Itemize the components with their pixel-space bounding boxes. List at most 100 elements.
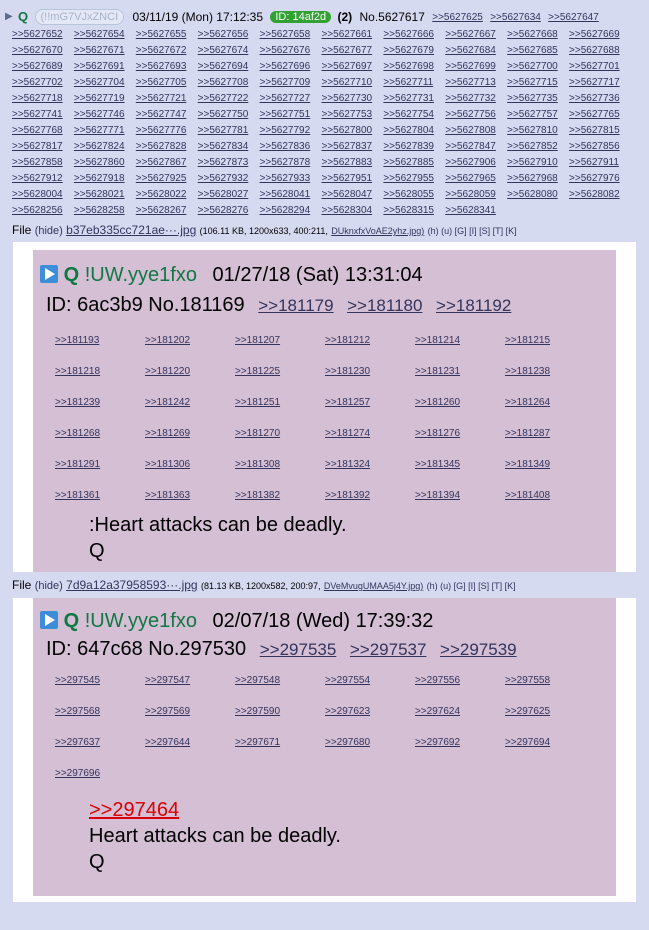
reply-link[interactable]: >>5627691 — [74, 59, 136, 75]
reply-link[interactable]: >>5627722 — [198, 91, 260, 107]
reply-link[interactable]: >>181179 — [258, 296, 333, 315]
reply-link[interactable]: >>5628256 — [12, 203, 74, 219]
reply-link[interactable]: >>181239 — [55, 389, 145, 417]
reply-link[interactable]: >>5628059 — [445, 187, 507, 203]
reply-link[interactable]: >>5627667 — [445, 27, 507, 43]
reply-link[interactable]: >>181214 — [415, 327, 505, 355]
reply-link[interactable]: >>5627765 — [569, 107, 631, 123]
reply-link[interactable]: >>5628055 — [383, 187, 445, 203]
reply-link[interactable]: >>181324 — [325, 451, 415, 479]
original-file-link[interactable]: DUknxfxVoAE2yhz.jpg) — [331, 226, 424, 236]
reply-link[interactable]: >>181251 — [235, 389, 325, 417]
reply-link[interactable]: >>5627860 — [74, 155, 136, 171]
reply-link[interactable]: >>5627694 — [198, 59, 260, 75]
reply-link[interactable]: >>5628041 — [260, 187, 322, 203]
reply-link[interactable]: >>5627721 — [136, 91, 198, 107]
reply-link[interactable]: >>5627710 — [321, 75, 383, 91]
reply-link[interactable]: >>5628004 — [12, 187, 74, 203]
reply-link[interactable]: >>5627836 — [260, 139, 322, 155]
reply-link[interactable]: >>5627800 — [321, 123, 383, 139]
reply-link[interactable]: >>5627747 — [136, 107, 198, 123]
file-name-link[interactable]: b37eb335cc721ae···.jpg — [66, 223, 196, 237]
reply-link[interactable]: >>5627776 — [136, 123, 198, 139]
reply-link[interactable]: >>181215 — [505, 327, 595, 355]
reply-link[interactable]: >>5628258 — [74, 203, 136, 219]
reply-link[interactable]: >>5627688 — [569, 43, 631, 59]
reply-link[interactable]: >>5627746 — [74, 107, 136, 123]
reply-link[interactable]: >>181192 — [436, 296, 511, 315]
reply-link[interactable]: >>5627625 — [432, 12, 483, 23]
reply-link[interactable]: >>181230 — [325, 358, 415, 386]
reply-link[interactable]: >>5627837 — [321, 139, 383, 155]
reply-link[interactable]: >>297558 — [505, 667, 595, 695]
reply-link[interactable]: >>181212 — [325, 327, 415, 355]
reply-link[interactable]: >>5627756 — [445, 107, 507, 123]
reply-link[interactable]: >>181220 — [145, 358, 235, 386]
reply-link[interactable]: >>5627750 — [198, 107, 260, 123]
collapse-arrow-icon[interactable]: ▶ — [5, 11, 13, 22]
reply-link[interactable]: >>297696 — [55, 760, 145, 788]
reply-link[interactable]: >>5627912 — [12, 171, 74, 187]
reply-link[interactable]: >>297692 — [415, 729, 505, 757]
reply-link[interactable]: >>5628047 — [321, 187, 383, 203]
reply-link[interactable]: >>5627976 — [569, 171, 631, 187]
reply-link[interactable]: >>181269 — [145, 420, 235, 448]
image-search-links[interactable]: (h) (u) [G] [I] [S] [T] [K] — [427, 581, 516, 591]
reply-link[interactable]: >>5627705 — [136, 75, 198, 91]
hide-file-link[interactable]: (hide) — [35, 580, 63, 592]
reply-link[interactable]: >>5628021 — [74, 187, 136, 203]
reply-link[interactable]: >>5627792 — [260, 123, 322, 139]
reply-link[interactable]: >>5628341 — [445, 203, 507, 219]
reply-link[interactable]: >>5627658 — [260, 27, 322, 43]
reply-link[interactable]: >>181231 — [415, 358, 505, 386]
reply-link[interactable]: >>5627685 — [507, 43, 569, 59]
reply-link[interactable]: >>181276 — [415, 420, 505, 448]
reply-link[interactable]: >>5627669 — [569, 27, 631, 43]
reply-link[interactable]: >>297568 — [55, 698, 145, 726]
reply-link[interactable]: >>181363 — [145, 482, 235, 510]
reply-link[interactable]: >>5628304 — [321, 203, 383, 219]
reply-link[interactable]: >>5627709 — [260, 75, 322, 91]
reply-link[interactable]: >>5627771 — [74, 123, 136, 139]
poster-id-badge[interactable]: ID: 14af2d — [270, 11, 332, 23]
reply-link[interactable]: >>297623 — [325, 698, 415, 726]
reply-link[interactable]: >>5627677 — [321, 43, 383, 59]
reply-link[interactable]: >>181193 — [55, 327, 145, 355]
reply-link[interactable]: >>5627736 — [569, 91, 631, 107]
reply-link[interactable]: >>5627670 — [12, 43, 74, 59]
reply-link[interactable]: >>5627955 — [383, 171, 445, 187]
reply-link[interactable]: >>5627925 — [136, 171, 198, 187]
reply-link[interactable]: >>5628276 — [198, 203, 260, 219]
reply-link[interactable]: >>5627693 — [136, 59, 198, 75]
reply-link[interactable]: >>181382 — [235, 482, 325, 510]
reply-link[interactable]: >>297625 — [505, 698, 595, 726]
reply-link[interactable]: >>297569 — [145, 698, 235, 726]
reply-link[interactable]: >>181180 — [347, 296, 422, 315]
reply-link[interactable]: >>5627701 — [569, 59, 631, 75]
reply-link[interactable]: >>5627878 — [260, 155, 322, 171]
reply-link[interactable]: >>5627753 — [321, 107, 383, 123]
reply-link[interactable]: >>297548 — [235, 667, 325, 695]
reply-link[interactable]: >>297624 — [415, 698, 505, 726]
reply-link[interactable]: >>5627735 — [507, 91, 569, 107]
reply-link[interactable]: >>5627702 — [12, 75, 74, 91]
reply-link[interactable]: >>5627834 — [198, 139, 260, 155]
reply-link[interactable]: >>5627741 — [12, 107, 74, 123]
reply-link[interactable]: >>5627700 — [507, 59, 569, 75]
original-file-link[interactable]: DVeMvugUMAA5j4Y.jpg) — [324, 581, 423, 591]
reply-link[interactable]: >>5627711 — [383, 75, 445, 91]
reply-link[interactable]: >>5627704 — [74, 75, 136, 91]
reply-link[interactable]: >>181408 — [505, 482, 595, 510]
reply-link[interactable]: >>181257 — [325, 389, 415, 417]
reply-link[interactable]: >>181270 — [235, 420, 325, 448]
reply-link[interactable]: >>5627708 — [198, 75, 260, 91]
file-name-link[interactable]: 7d9a12a37958593···.jpg — [66, 578, 197, 592]
reply-link[interactable]: >>5627918 — [74, 171, 136, 187]
reply-link[interactable]: >>181392 — [325, 482, 415, 510]
reply-link[interactable]: >>5627873 — [198, 155, 260, 171]
reply-link[interactable]: >>5628027 — [198, 187, 260, 203]
reply-link[interactable]: >>5627754 — [383, 107, 445, 123]
reply-link[interactable]: >>5627883 — [321, 155, 383, 171]
reply-link[interactable]: >>5627661 — [321, 27, 383, 43]
reply-link[interactable]: >>5627732 — [445, 91, 507, 107]
